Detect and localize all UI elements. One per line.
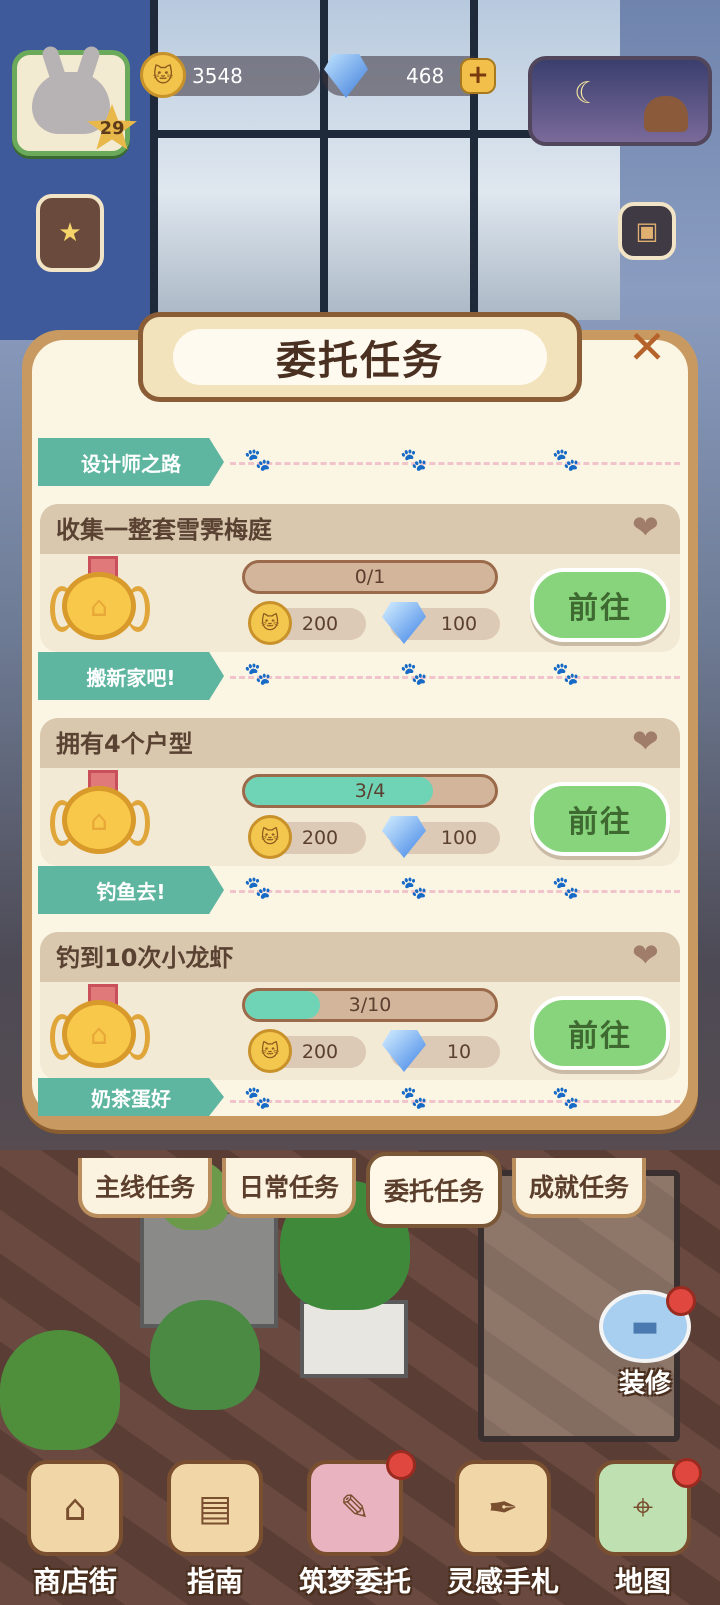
section-ribbon: 搬新家吧!: [38, 652, 224, 700]
paw-icon: 🐾: [244, 876, 272, 901]
task-card: 钓到10次小龙虾 ❤ ⌂ 3/10 🐱 200 10 前往: [40, 932, 680, 1080]
paw-icon: 🐾: [552, 1086, 580, 1111]
paw-icon: 🐾: [400, 876, 428, 901]
day-night-card[interactable]: ☾: [528, 56, 712, 146]
dog-figure-icon: [644, 96, 688, 132]
panel-title-plate: 委托任务: [138, 312, 582, 402]
close-icon[interactable]: ✕: [622, 322, 672, 372]
gem-counter: 468 +: [322, 54, 496, 98]
renovate-label: 装修: [618, 1369, 671, 1399]
task-title: 拥有4个户型: [40, 718, 680, 768]
section-ribbon: 奶茶蛋好: [38, 1078, 224, 1116]
nav-dream-commission[interactable]: ✎ 筑梦委托: [290, 1450, 420, 1600]
gem-icon: [382, 602, 426, 644]
star-icon: ★: [58, 218, 82, 248]
paw-icon: 🐾: [400, 448, 428, 473]
notification-dot: [672, 1458, 702, 1488]
moon-icon: ☾: [574, 76, 601, 111]
nav-inspiration-notes[interactable]: ✒ 灵感手札: [438, 1450, 568, 1600]
gem-reward: 100: [382, 602, 500, 644]
paw-divider: [230, 676, 680, 681]
task-progress-bar: 3/4: [242, 774, 498, 808]
nav-label: 商店街: [32, 1565, 117, 1598]
shop-icon: ⌂: [27, 1460, 123, 1556]
tab-achievement-tasks[interactable]: 成就任务: [512, 1158, 646, 1218]
medal-icon: ⌂: [50, 770, 150, 856]
coin-reward-amount: 200: [301, 827, 339, 849]
task-title: 钓到10次小龙虾: [40, 932, 680, 982]
paw-icon: 🐾: [400, 662, 428, 687]
paw-divider: [230, 1100, 680, 1105]
coin-counter: 🐱 3548: [140, 52, 320, 98]
task-card: 收集一整套雪霁梅庭 ❤ ⌂ 0/1 🐱 200 100 前往: [40, 504, 680, 652]
panel-title: 委托任务: [173, 329, 547, 385]
gem-reward: 10: [382, 1030, 500, 1072]
hearts-icon: ❤: [632, 936, 659, 974]
renovate-button[interactable]: ▬ 装修: [592, 1286, 698, 1400]
coin-amount: 3548: [192, 64, 243, 88]
tab-commission-tasks[interactable]: 委托任务: [366, 1152, 502, 1228]
gem-icon: [382, 1030, 426, 1072]
paw-divider: [230, 462, 680, 467]
gem-reward-amount: 100: [440, 827, 478, 849]
task-card: 拥有4个户型 ❤ ⌂ 3/4 🐱 200 100 前往: [40, 718, 680, 866]
coin-icon: 🐱: [248, 1029, 292, 1073]
hearts-icon: ❤: [632, 722, 659, 760]
go-button[interactable]: 前往: [530, 782, 670, 856]
star-book-button[interactable]: ★: [36, 194, 104, 272]
coin-reward: 🐱 200: [248, 1029, 366, 1073]
gem-reward: 100: [382, 816, 500, 858]
paw-icon: 🐾: [244, 662, 272, 687]
tab-daily-tasks[interactable]: 日常任务: [222, 1158, 356, 1218]
gem-reward-amount: 10: [446, 1041, 472, 1063]
coin-reward: 🐱 200: [248, 815, 366, 859]
player-avatar[interactable]: [12, 50, 130, 156]
paw-icon: 🐾: [552, 876, 580, 901]
guide-book-icon: ▤: [167, 1460, 263, 1556]
medal-icon: ⌂: [50, 984, 150, 1070]
paw-icon: 🐾: [244, 448, 272, 473]
paw-icon: 🐾: [244, 1086, 272, 1111]
paw-icon: 🐾: [552, 448, 580, 473]
paw-icon: 🐾: [552, 662, 580, 687]
section-ribbon: 钓鱼去!: [38, 866, 224, 914]
gem-icon: [324, 54, 368, 98]
paw-icon: 🐾: [400, 1086, 428, 1111]
nav-map[interactable]: ⌖ 地图: [578, 1450, 708, 1600]
coin-icon: 🐱: [140, 52, 186, 98]
nav-label: 地图: [614, 1565, 671, 1598]
notification-dot: [386, 1450, 416, 1480]
coin-reward-amount: 200: [301, 613, 339, 635]
gem-icon: [382, 816, 426, 858]
paw-divider: [230, 890, 680, 895]
nav-label: 指南: [186, 1565, 243, 1598]
task-progress-bar: 0/1: [242, 560, 498, 594]
tab-main-tasks[interactable]: 主线任务: [78, 1158, 212, 1218]
nav-guide[interactable]: ▤ 指南: [150, 1450, 280, 1600]
medal-icon: ⌂: [50, 556, 150, 642]
go-button[interactable]: 前往: [530, 568, 670, 642]
go-button[interactable]: 前往: [530, 996, 670, 1070]
task-title: 收集一整套雪霁梅庭: [40, 504, 680, 554]
coin-reward-amount: 200: [301, 1041, 339, 1063]
notification-dot: [666, 1286, 696, 1316]
gem-amount: 468: [406, 64, 445, 88]
coin-icon: 🐱: [248, 815, 292, 859]
nav-shop-street[interactable]: ⌂ 商店街: [10, 1450, 140, 1600]
nav-label: 筑梦委托: [298, 1565, 411, 1598]
quill-book-icon: ✒: [455, 1460, 551, 1556]
section-ribbon: 设计师之路: [38, 438, 224, 486]
progress-text: 3/10: [348, 994, 392, 1016]
coin-icon: 🐱: [248, 601, 292, 645]
task-progress-bar: 3/10: [242, 988, 498, 1022]
hearts-icon: ❤: [632, 508, 659, 546]
progress-text: 3/4: [354, 780, 386, 802]
add-gems-button[interactable]: +: [460, 58, 496, 94]
gem-reward-amount: 100: [440, 613, 478, 635]
progress-text: 0/1: [354, 566, 386, 588]
coin-reward: 🐱 200: [248, 601, 366, 645]
box-button[interactable]: ▣: [618, 202, 676, 260]
box-icon: ▣: [635, 217, 659, 245]
nav-label: 灵感手札: [446, 1565, 559, 1598]
